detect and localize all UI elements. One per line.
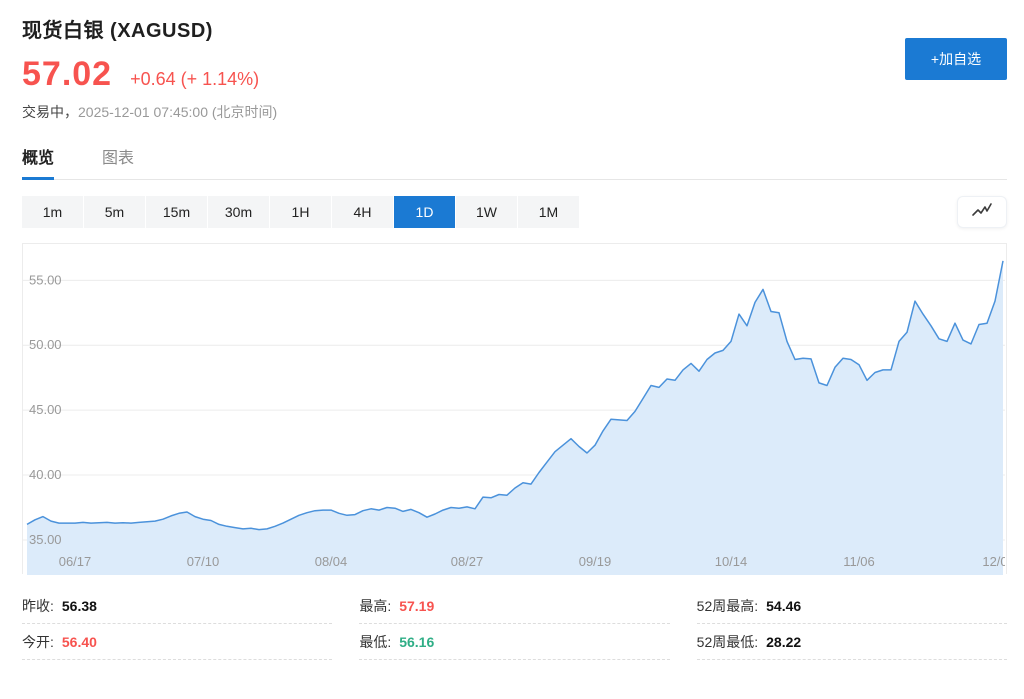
interval-1d[interactable]: 1D [394, 196, 455, 228]
stat-label: 今开: [22, 632, 54, 652]
svg-text:55.00: 55.00 [29, 272, 62, 287]
svg-text:50.00: 50.00 [29, 337, 62, 352]
interval-15m[interactable]: 15m [146, 196, 207, 228]
interval-5m[interactable]: 5m [84, 196, 145, 228]
stat-label: 52周最低: [697, 632, 758, 652]
interval-30m[interactable]: 30m [208, 196, 269, 228]
stats-column-3: 52周最高: 54.46 52周最低: 28.22 [697, 588, 1007, 660]
stat-open: 今开: 56.40 [22, 624, 332, 660]
price-chart-svg: 35.00 40.00 45.00 50.00 55.00 06/17 07/10 08/04… [23, 244, 1005, 575]
svg-text:40.00: 40.00 [29, 467, 62, 482]
stat-value: 56.38 [62, 598, 97, 614]
svg-text:08/04: 08/04 [315, 554, 348, 569]
svg-text:12/0: 12/0 [982, 554, 1005, 569]
tab-bar: 概览 图表 [22, 144, 1007, 180]
stats-section: 昨收: 56.38 今开: 56.40 最高: 57.19 最低: 56.16 … [22, 588, 1007, 660]
stats-column-1: 昨收: 56.38 今开: 56.40 [22, 588, 332, 660]
chart-type-button[interactable] [957, 196, 1007, 228]
svg-text:07/10: 07/10 [187, 554, 220, 569]
stats-column-2: 最高: 57.19 最低: 56.16 [359, 588, 669, 660]
stat-label: 最高: [359, 596, 391, 616]
stat-value: 28.22 [766, 634, 801, 650]
stat-value: 57.19 [399, 598, 434, 614]
stat-label: 最低: [359, 632, 391, 652]
svg-text:11/06: 11/06 [843, 554, 875, 569]
status-row: 交易中，2025-12-01 07:45:00 (北京时间) [22, 102, 1007, 122]
stat-low: 最低: 56.16 [359, 624, 669, 660]
stat-value: 56.16 [399, 634, 434, 650]
interval-1m-month[interactable]: 1M [518, 196, 579, 228]
quote-timestamp: 2025-12-01 07:45:00 (北京时间) [78, 104, 277, 120]
stat-high: 最高: 57.19 [359, 588, 669, 624]
svg-text:35.00: 35.00 [29, 532, 62, 547]
price-chart[interactable]: 35.00 40.00 45.00 50.00 55.00 06/17 07/10 08/04… [22, 243, 1007, 574]
current-price: 57.02 [22, 55, 112, 94]
trading-status: 交易中， [22, 104, 78, 120]
svg-text:09/19: 09/19 [579, 554, 612, 569]
interval-1h[interactable]: 1H [270, 196, 331, 228]
stat-52w-low: 52周最低: 28.22 [697, 624, 1007, 660]
interval-button-group: 1m 5m 15m 30m 1H 4H 1D 1W 1M [22, 196, 579, 228]
stat-label: 52周最高: [697, 596, 758, 616]
svg-text:10/14: 10/14 [715, 554, 748, 569]
line-chart-icon [970, 202, 994, 223]
svg-text:06/17: 06/17 [59, 554, 92, 569]
quote-page: 现货白银 (XAGUSD) +加自选 57.02 +0.64 (+ 1.14%)… [0, 0, 1024, 660]
tab-overview[interactable]: 概览 [22, 144, 54, 179]
interval-1w[interactable]: 1W [456, 196, 517, 228]
interval-4h[interactable]: 4H [332, 196, 393, 228]
add-watchlist-button[interactable]: +加自选 [905, 38, 1007, 80]
svg-text:45.00: 45.00 [29, 402, 62, 417]
price-row: 57.02 +0.64 (+ 1.14%) [22, 55, 1007, 94]
stat-value: 54.46 [766, 598, 801, 614]
stat-52w-high: 52周最高: 54.46 [697, 588, 1007, 624]
price-change: +0.64 (+ 1.14%) [130, 69, 259, 90]
stat-label: 昨收: [22, 596, 54, 616]
page-title: 现货白银 (XAGUSD) [22, 14, 1007, 43]
svg-text:08/27: 08/27 [451, 554, 484, 569]
tab-chart[interactable]: 图表 [102, 144, 134, 179]
stat-value: 56.40 [62, 634, 97, 650]
interval-toolbar: 1m 5m 15m 30m 1H 4H 1D 1W 1M [22, 196, 1007, 228]
stat-prev-close: 昨收: 56.38 [22, 588, 332, 624]
interval-1m[interactable]: 1m [22, 196, 83, 228]
